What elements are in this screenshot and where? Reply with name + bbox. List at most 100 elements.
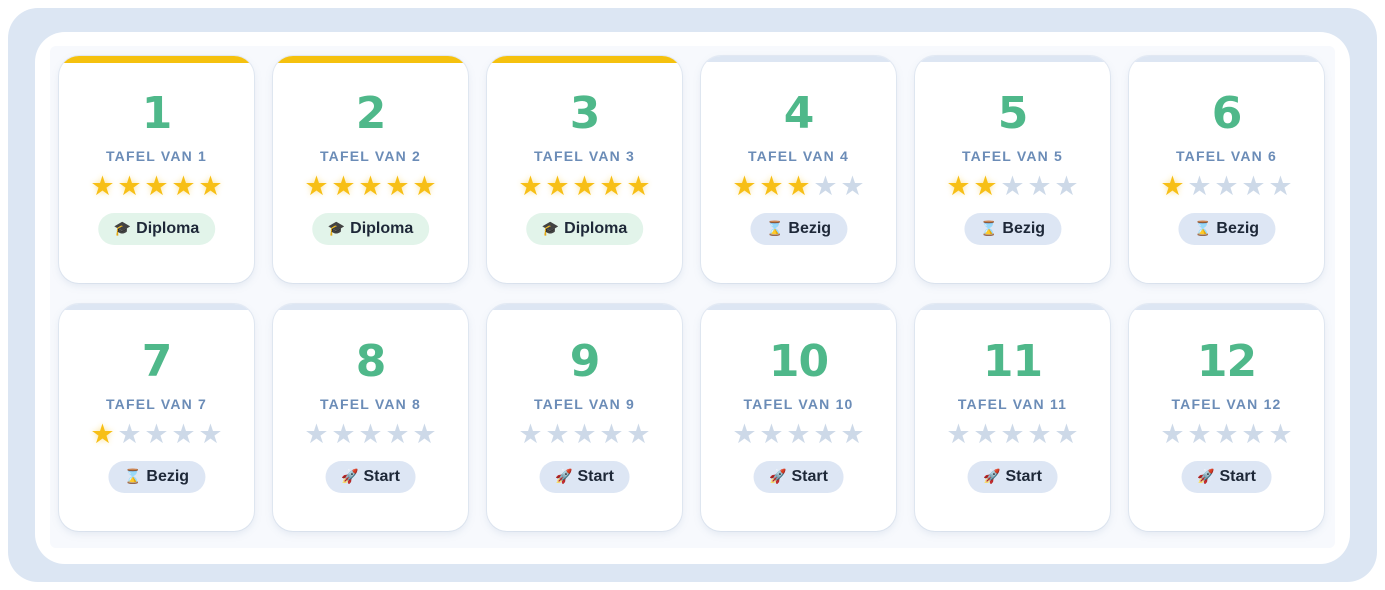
table-card-3[interactable]: 3 TAFEL VAN 3 ★ ★ ★ ★ ★ 🎓 Diploma <box>487 56 682 283</box>
start-badge[interactable]: 🚀 Start <box>753 461 844 493</box>
hourglass-icon: ⌛ <box>765 221 784 237</box>
graduation-cap-icon: 🎓 <box>113 221 132 237</box>
table-card-6[interactable]: 6 TAFEL VAN 6 ★ ★ ★ ★ ★ ⌛ Bezig <box>1129 56 1324 283</box>
bezig-badge[interactable]: ⌛ Bezig <box>963 213 1062 245</box>
star-filled-icon: ★ <box>759 171 784 202</box>
bezig-badge[interactable]: ⌛ Bezig <box>749 213 848 245</box>
star-filled-icon: ★ <box>412 171 437 202</box>
table-number: 12 <box>1196 336 1257 387</box>
table-card-5[interactable]: 5 TAFEL VAN 5 ★ ★ ★ ★ ★ ⌛ Bezig <box>915 56 1110 283</box>
badge-label: Diploma <box>136 220 200 237</box>
card-top-bar <box>1129 304 1324 310</box>
completed-bar <box>487 56 682 63</box>
star-empty-icon: ★ <box>1054 171 1079 202</box>
bezig-badge[interactable]: ⌛ Bezig <box>1177 213 1276 245</box>
table-number: 5 <box>997 88 1029 139</box>
star-empty-icon: ★ <box>1054 419 1079 450</box>
star-empty-icon: ★ <box>1000 171 1025 202</box>
table-card-10[interactable]: 10 TAFEL VAN 10 ★ ★ ★ ★ ★ 🚀 Start <box>701 304 896 531</box>
table-number: 11 <box>982 336 1043 387</box>
table-card-8[interactable]: 8 TAFEL VAN 8 ★ ★ ★ ★ ★ 🚀 Start <box>273 304 468 531</box>
card-top-bar <box>273 304 468 310</box>
card-top-bar <box>59 304 254 310</box>
star-empty-icon: ★ <box>626 419 651 450</box>
badge-label: Start <box>1005 468 1042 485</box>
bezig-badge[interactable]: ⌛ Bezig <box>107 461 206 493</box>
table-card-1[interactable]: 1 TAFEL VAN 1 ★ ★ ★ ★ ★ 🎓 Diploma <box>59 56 254 283</box>
star-empty-icon: ★ <box>813 419 838 450</box>
star-rating: ★ ★ ★ ★ ★ <box>59 420 254 450</box>
star-empty-icon: ★ <box>1214 171 1239 202</box>
badge-label: Start <box>791 468 828 485</box>
hourglass-icon: ⌛ <box>123 469 142 485</box>
table-card-11[interactable]: 11 TAFEL VAN 11 ★ ★ ★ ★ ★ 🚀 Start <box>915 304 1110 531</box>
diploma-badge[interactable]: 🎓 Diploma <box>525 213 644 245</box>
star-filled-icon: ★ <box>385 171 410 202</box>
table-label: TAFEL VAN 5 <box>961 148 1064 164</box>
start-badge[interactable]: 🚀 Start <box>539 461 630 493</box>
star-filled-icon: ★ <box>599 171 624 202</box>
star-filled-icon: ★ <box>545 171 570 202</box>
graduation-cap-icon: 🎓 <box>327 221 346 237</box>
star-empty-icon: ★ <box>304 419 329 450</box>
table-label: TAFEL VAN 12 <box>1171 396 1282 412</box>
star-filled-icon: ★ <box>331 171 356 202</box>
outer-frame: 1 TAFEL VAN 1 ★ ★ ★ ★ ★ 🎓 Diploma 2 TAFEL VAN 2 ★ ★ ★… <box>8 8 1377 582</box>
star-empty-icon: ★ <box>599 419 624 450</box>
star-rating: ★ ★ ★ ★ ★ <box>273 420 468 450</box>
star-rating: ★ ★ ★ ★ ★ <box>1129 172 1324 202</box>
table-card-4[interactable]: 4 TAFEL VAN 4 ★ ★ ★ ★ ★ ⌛ Bezig <box>701 56 896 283</box>
star-empty-icon: ★ <box>545 419 570 450</box>
star-empty-icon: ★ <box>1268 171 1293 202</box>
start-badge[interactable]: 🚀 Start <box>325 461 416 493</box>
table-label: TAFEL VAN 10 <box>743 396 854 412</box>
star-empty-icon: ★ <box>759 419 784 450</box>
star-empty-icon: ★ <box>385 419 410 450</box>
table-number: 9 <box>569 336 601 387</box>
star-filled-icon: ★ <box>144 171 169 202</box>
diploma-badge[interactable]: 🎓 Diploma <box>311 213 430 245</box>
badge-label: Bezig <box>1216 220 1260 237</box>
star-filled-icon: ★ <box>626 171 651 202</box>
table-card-7[interactable]: 7 TAFEL VAN 7 ★ ★ ★ ★ ★ ⌛ Bezig <box>59 304 254 531</box>
table-number: 7 <box>141 336 173 387</box>
start-badge[interactable]: 🚀 Start <box>1181 461 1272 493</box>
star-empty-icon: ★ <box>732 419 757 450</box>
completed-bar <box>273 56 468 63</box>
card-top-bar <box>915 56 1110 62</box>
star-rating: ★ ★ ★ ★ ★ <box>915 420 1110 450</box>
badge-label: Start <box>577 468 614 485</box>
star-empty-icon: ★ <box>786 419 811 450</box>
table-card-2[interactable]: 2 TAFEL VAN 2 ★ ★ ★ ★ ★ 🎓 Diploma <box>273 56 468 283</box>
star-filled-icon: ★ <box>90 171 115 202</box>
table-label: TAFEL VAN 7 <box>105 396 208 412</box>
star-empty-icon: ★ <box>840 419 865 450</box>
star-empty-icon: ★ <box>331 419 356 450</box>
graduation-cap-icon: 🎓 <box>541 221 560 237</box>
completed-bar <box>59 56 254 63</box>
table-label: TAFEL VAN 9 <box>533 396 636 412</box>
star-empty-icon: ★ <box>840 171 865 202</box>
table-card-9[interactable]: 9 TAFEL VAN 9 ★ ★ ★ ★ ★ 🚀 Start <box>487 304 682 531</box>
star-rating: ★ ★ ★ ★ ★ <box>915 172 1110 202</box>
table-label: TAFEL VAN 3 <box>533 148 636 164</box>
star-filled-icon: ★ <box>518 171 543 202</box>
diploma-badge[interactable]: 🎓 Diploma <box>97 213 216 245</box>
start-badge[interactable]: 🚀 Start <box>967 461 1058 493</box>
rocket-icon: 🚀 <box>769 469 787 485</box>
table-card-12[interactable]: 12 TAFEL VAN 12 ★ ★ ★ ★ ★ 🚀 Start <box>1129 304 1324 531</box>
star-empty-icon: ★ <box>358 419 383 450</box>
star-empty-icon: ★ <box>1241 419 1266 450</box>
star-filled-icon: ★ <box>1160 171 1185 202</box>
star-rating: ★ ★ ★ ★ ★ <box>1129 420 1324 450</box>
hourglass-icon: ⌛ <box>979 221 998 237</box>
star-filled-icon: ★ <box>304 171 329 202</box>
star-filled-icon: ★ <box>117 171 142 202</box>
card-top-bar <box>701 304 896 310</box>
table-number: 3 <box>569 88 601 139</box>
star-filled-icon: ★ <box>572 171 597 202</box>
star-empty-icon: ★ <box>1214 419 1239 450</box>
star-empty-icon: ★ <box>1187 171 1212 202</box>
rocket-icon: 🚀 <box>341 469 359 485</box>
star-empty-icon: ★ <box>412 419 437 450</box>
